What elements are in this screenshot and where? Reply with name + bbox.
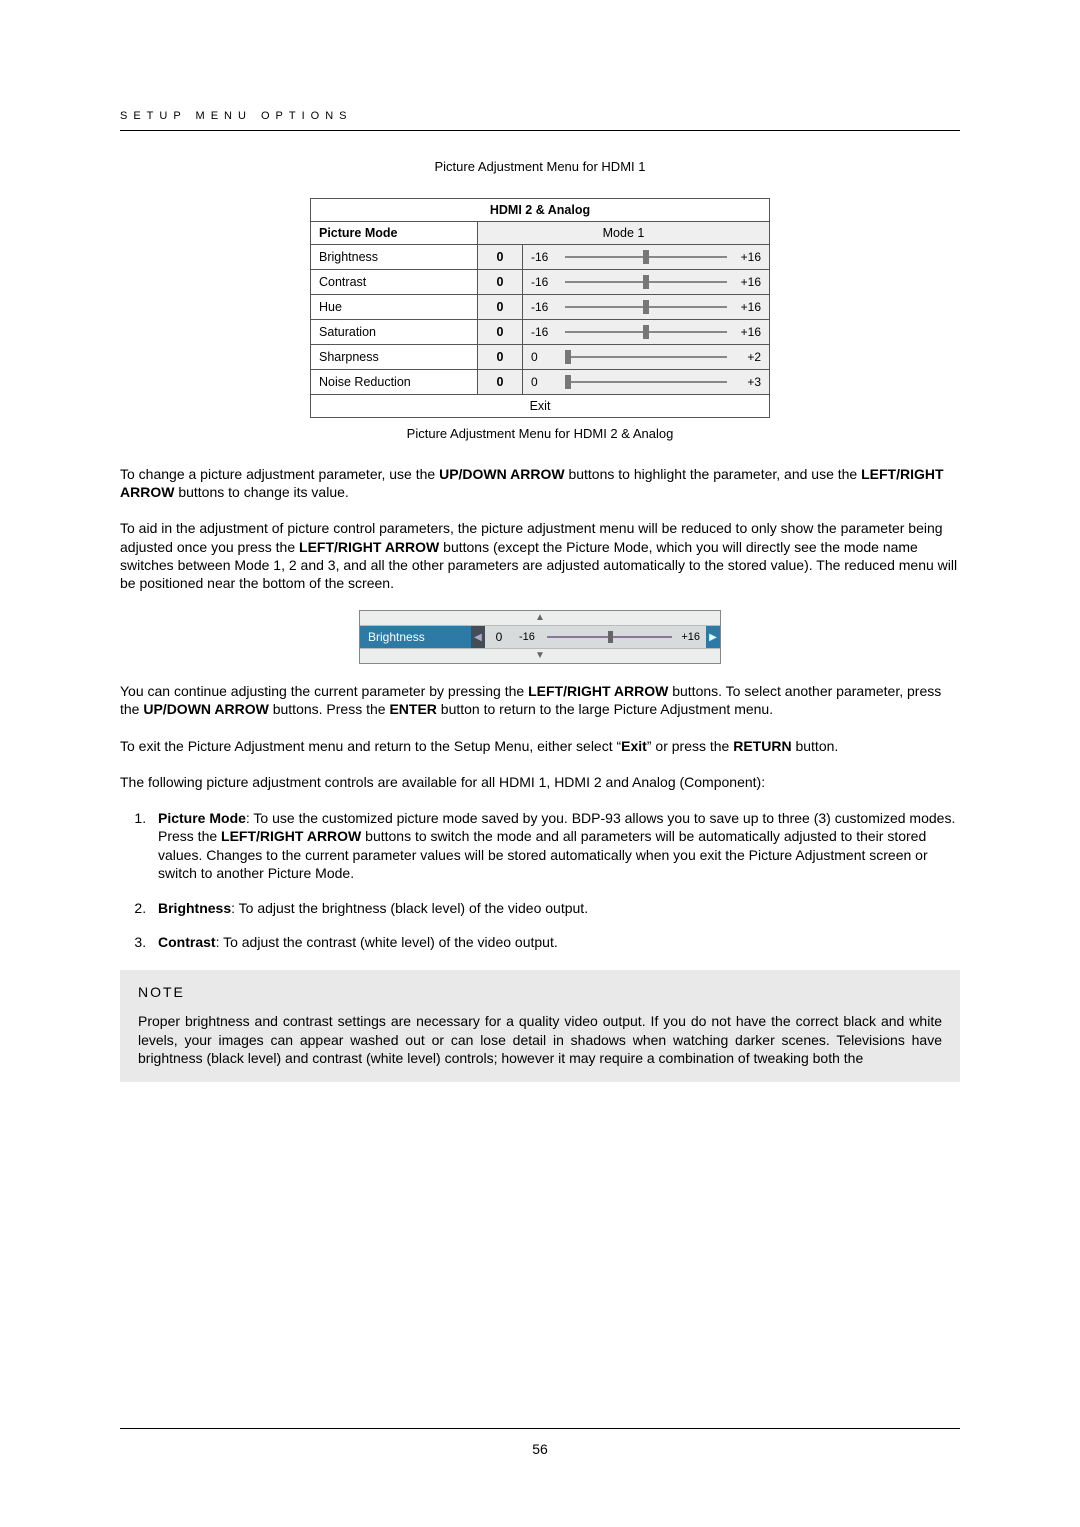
right-arrow-icon[interactable]: ▶ [706, 626, 720, 648]
param-slider[interactable]: -16 +16 [523, 320, 770, 345]
param-label: Saturation [311, 320, 478, 345]
note-title: NOTE [138, 984, 942, 1000]
param-value: 0 [478, 295, 523, 320]
paragraph-1: To change a picture adjustment parameter… [120, 465, 960, 501]
mini-slider[interactable]: -16 +16 [513, 626, 706, 648]
param-label: Hue [311, 295, 478, 320]
param-min: 0 [531, 375, 559, 389]
mini-value: 0 [485, 626, 513, 648]
param-max: +16 [733, 275, 761, 289]
left-arrow-icon[interactable]: ◀ [471, 626, 485, 648]
param-max: +16 [733, 250, 761, 264]
reduced-menu: ▲ Brightness ◀ 0 -16 +16 ▶ ▼ [359, 610, 721, 664]
mini-param-label: Brightness [360, 626, 471, 648]
param-value: 0 [478, 320, 523, 345]
param-label: Brightness [311, 245, 478, 270]
caption-hdmi2: Picture Adjustment Menu for HDMI 2 & Ana… [120, 426, 960, 441]
picture-mode-label: Picture Mode [311, 222, 478, 245]
exit-label[interactable]: Exit [311, 395, 770, 418]
list-item: Picture Mode: To use the customized pict… [150, 809, 960, 883]
slider-handle-icon[interactable] [565, 350, 571, 364]
slider-handle-icon[interactable] [643, 275, 649, 289]
param-max: +3 [733, 375, 761, 389]
note-body: Proper brightness and contrast settings … [138, 1012, 942, 1069]
param-max: +2 [733, 350, 761, 364]
list-item: Contrast: To adjust the contrast (white … [150, 933, 960, 951]
param-slider[interactable]: -16 +16 [523, 270, 770, 295]
param-row[interactable]: Contrast0 -16 +16 [311, 270, 770, 295]
slider-handle-icon[interactable] [565, 375, 571, 389]
page-footer: 56 [120, 1428, 960, 1457]
exit-row[interactable]: Exit [311, 395, 770, 418]
page-number: 56 [532, 1441, 548, 1457]
param-label: Sharpness [311, 345, 478, 370]
param-value: 0 [478, 370, 523, 395]
param-min: -16 [531, 275, 559, 289]
down-arrow-icon[interactable]: ▼ [360, 648, 720, 663]
param-value: 0 [478, 345, 523, 370]
picture-mode-value: Mode 1 [478, 222, 770, 245]
slider-handle-icon[interactable] [608, 631, 613, 643]
paragraph-4: To exit the Picture Adjustment menu and … [120, 737, 960, 755]
menu-title: HDMI 2 & Analog [311, 199, 770, 222]
param-slider[interactable]: -16 +16 [523, 245, 770, 270]
param-label: Noise Reduction [311, 370, 478, 395]
slider-handle-icon[interactable] [643, 300, 649, 314]
param-min: -16 [531, 300, 559, 314]
slider-handle-icon[interactable] [643, 250, 649, 264]
up-arrow-icon[interactable]: ▲ [360, 611, 720, 626]
slider-handle-icon[interactable] [643, 325, 649, 339]
note-box: NOTE Proper brightness and contrast sett… [120, 970, 960, 1083]
controls-list: Picture Mode: To use the customized pict… [150, 809, 960, 952]
param-slider[interactable]: -16 +16 [523, 295, 770, 320]
param-slider[interactable]: 0 +2 [523, 345, 770, 370]
mini-max: +16 [674, 631, 700, 643]
paragraph-3: You can continue adjusting the current p… [120, 682, 960, 718]
param-min: 0 [531, 350, 559, 364]
param-row[interactable]: Brightness0 -16 +16 [311, 245, 770, 270]
param-slider[interactable]: 0 +3 [523, 370, 770, 395]
picture-adjustment-menu: HDMI 2 & Analog Picture Mode Mode 1 Brig… [310, 198, 770, 418]
param-min: -16 [531, 250, 559, 264]
paragraph-5: The following picture adjustment control… [120, 773, 960, 791]
param-row[interactable]: Noise Reduction00+3 [311, 370, 770, 395]
param-max: +16 [733, 325, 761, 339]
paragraph-2: To aid in the adjustment of picture cont… [120, 519, 960, 592]
picture-mode-row[interactable]: Picture Mode Mode 1 [311, 222, 770, 245]
param-row[interactable]: Hue0 -16 +16 [311, 295, 770, 320]
param-row[interactable]: Saturation0 -16 +16 [311, 320, 770, 345]
param-min: -16 [531, 325, 559, 339]
caption-hdmi1: Picture Adjustment Menu for HDMI 1 [120, 159, 960, 174]
param-value: 0 [478, 270, 523, 295]
param-label: Contrast [311, 270, 478, 295]
section-header: SETUP MENU OPTIONS [120, 110, 960, 131]
param-value: 0 [478, 245, 523, 270]
param-max: +16 [733, 300, 761, 314]
param-row[interactable]: Sharpness00+2 [311, 345, 770, 370]
list-item: Brightness: To adjust the brightness (bl… [150, 899, 960, 917]
mini-min: -16 [519, 631, 545, 643]
